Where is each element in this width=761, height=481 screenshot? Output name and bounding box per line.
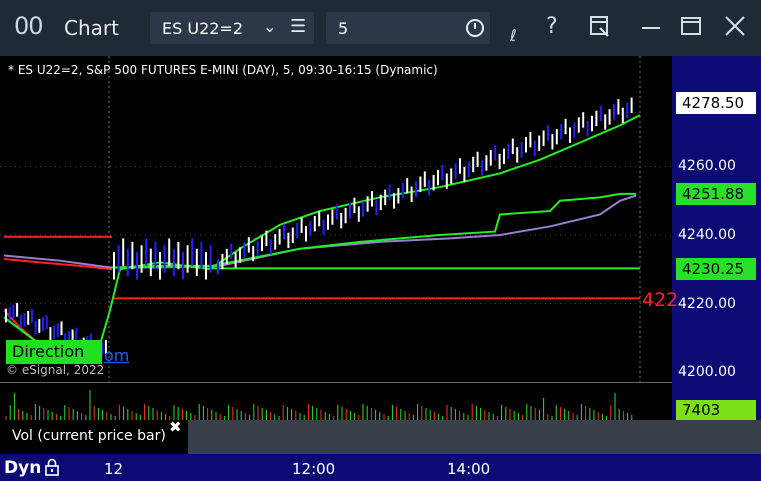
- direction-label[interactable]: Direction: [6, 340, 102, 364]
- price-tick: 4240.00: [678, 227, 736, 243]
- volume-pane[interactable]: [0, 382, 672, 421]
- price-tick: 4260.00: [678, 158, 736, 174]
- time-label: 12:00: [292, 460, 336, 478]
- price-chart-canvas: [0, 56, 672, 382]
- drawing-tool-icon[interactable]: ℓ: [510, 26, 517, 45]
- help-icon[interactable]: ?: [546, 14, 558, 39]
- app-icon: 00: [14, 12, 44, 40]
- step-average-line: [111, 192, 636, 269]
- price-tick: 4220.00: [678, 296, 736, 312]
- price-tick: 4200.00: [678, 364, 736, 380]
- close-icon[interactable]: [724, 14, 746, 44]
- symbol-value: ES U22=2: [162, 19, 244, 38]
- red-level-label: 422: [642, 289, 679, 311]
- volume-canvas: [5, 390, 633, 420]
- hamburger-menu-icon[interactable]: ☰: [290, 16, 306, 37]
- maximize-icon[interactable]: [680, 14, 702, 44]
- page-setup-icon[interactable]: [588, 14, 612, 44]
- symbol-selector[interactable]: ES U22=2 ⌄ ☰: [150, 12, 314, 44]
- direction-link[interactable]: om: [104, 346, 129, 365]
- volume-study-label[interactable]: Vol (current price bar): [12, 428, 166, 444]
- lock-icon[interactable]: [44, 458, 60, 476]
- close-study-icon[interactable]: ✖: [169, 418, 182, 436]
- minimize-icon[interactable]: [640, 14, 662, 44]
- dynamic-mode-label[interactable]: Dyn: [4, 458, 41, 478]
- ma-value-badge: 4251.88: [676, 183, 756, 205]
- clock-icon[interactable]: [466, 19, 484, 37]
- chart-title: * ES U22=2, S&P 500 FUTURES E-MINI (DAY)…: [8, 63, 438, 77]
- interval-selector[interactable]: 5: [326, 12, 490, 44]
- time-label: 14:00: [447, 460, 491, 478]
- price-chart[interactable]: [0, 56, 672, 382]
- interval-value: 5: [338, 19, 349, 38]
- level-value-badge: 4230.25: [676, 258, 756, 280]
- slow-average-line: [3, 194, 637, 269]
- chevron-down-icon[interactable]: ⌄: [263, 17, 276, 36]
- copyright: © eSignal, 2022: [6, 363, 105, 377]
- volume-study-strip: [188, 420, 761, 454]
- last-price-badge: 4278.50: [676, 92, 756, 114]
- volume-value-badge: 7403: [676, 400, 756, 420]
- window-title: Chart: [64, 16, 119, 40]
- time-label: 12: [104, 460, 124, 478]
- fast-average-line: [3, 114, 641, 356]
